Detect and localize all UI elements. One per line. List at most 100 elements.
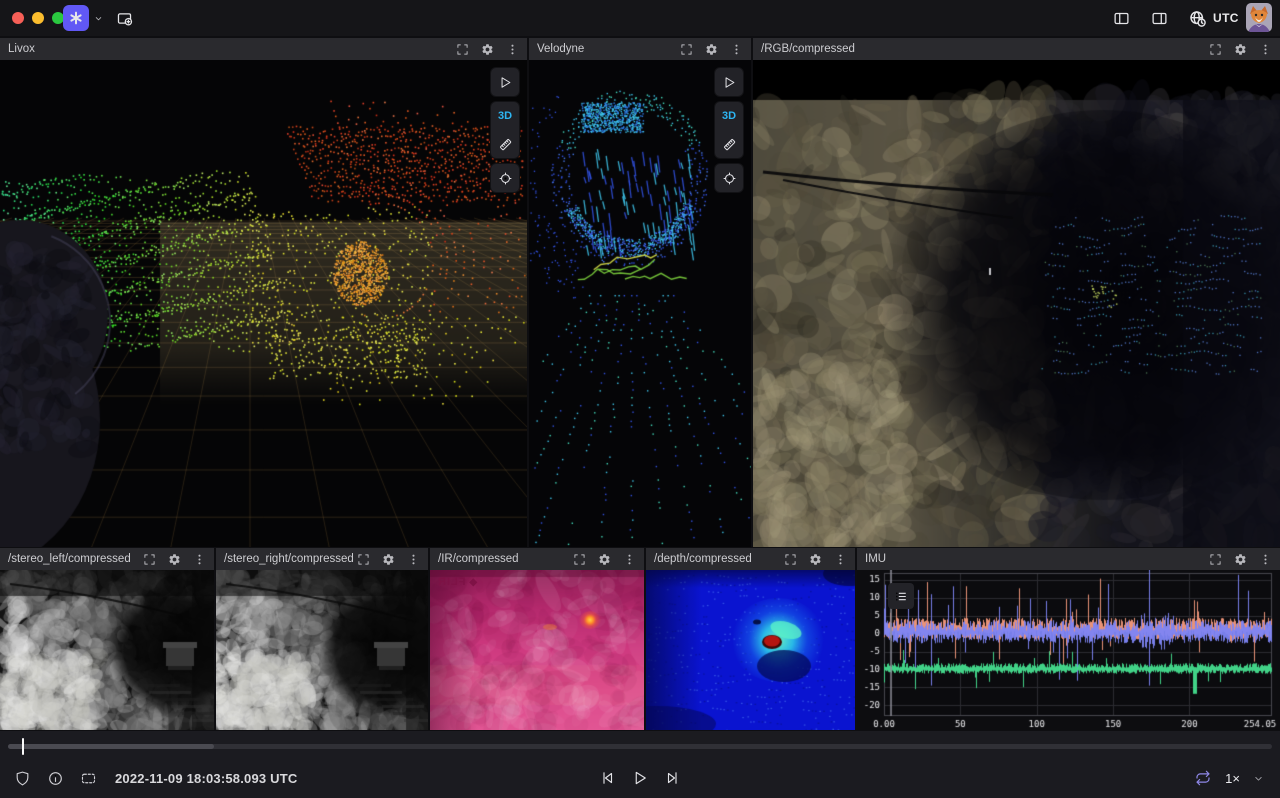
seek-backward-button[interactable] (595, 766, 619, 790)
panel-depth: /depth/compressed (646, 548, 855, 730)
loop-playback-button[interactable] (1191, 766, 1215, 790)
panel-ir: /IR/compressed ◆ FLIR (430, 548, 644, 730)
panel-title: /depth/compressed (654, 553, 783, 565)
imu-plot[interactable] (857, 570, 1280, 730)
stereo-right-image[interactable] (216, 570, 428, 730)
fullscreen-button[interactable] (1208, 552, 1222, 566)
more-options-button[interactable] (192, 552, 206, 566)
globe-clock-icon (1188, 9, 1207, 28)
panel-title: /RGB/compressed (761, 43, 1208, 55)
more-options-button[interactable] (729, 42, 743, 56)
fullscreen-button[interactable] (679, 42, 693, 56)
play-button[interactable] (628, 766, 652, 790)
shield-button[interactable] (10, 766, 34, 790)
more-options-button[interactable] (1258, 42, 1272, 56)
fox-avatar-image (1246, 3, 1272, 32)
settings-button[interactable] (480, 42, 494, 56)
ir-camera-image[interactable] (430, 570, 644, 730)
left-sidebar-toggle-button[interactable] (1109, 6, 1133, 30)
minimize-window-button[interactable] (32, 12, 44, 24)
pointer-tool-button[interactable] (715, 68, 743, 96)
settings-button[interactable] (704, 42, 718, 56)
settings-button[interactable] (381, 552, 395, 566)
livox-3d-viewport[interactable] (0, 60, 527, 547)
user-avatar-button[interactable] (1246, 3, 1272, 32)
close-window-button[interactable] (12, 12, 24, 24)
timeline-playhead[interactable] (22, 738, 24, 755)
speed-dropdown-button[interactable] (1250, 766, 1266, 790)
more-options-button[interactable] (406, 552, 420, 566)
data-source-info-button[interactable] (43, 766, 67, 790)
measure-tool-button[interactable] (715, 130, 743, 158)
skip-back-icon (598, 769, 616, 787)
viewport-tool-rail: 3D (491, 68, 519, 192)
seek-forward-button[interactable] (661, 766, 685, 790)
focus-camera-button[interactable] (491, 164, 519, 192)
flir-watermark: ◆ FLIR (437, 576, 477, 588)
plot-legend-toggle-button[interactable] (888, 583, 914, 609)
timeline-loaded-range (8, 744, 214, 749)
panel-header[interactable]: Livox (0, 38, 527, 60)
settings-button[interactable] (597, 552, 611, 566)
fullscreen-button[interactable] (783, 552, 797, 566)
pointer-tool-button[interactable] (491, 68, 519, 96)
panel-header[interactable]: Velodyne (529, 38, 751, 60)
app-menu-button[interactable] (63, 5, 104, 31)
fullscreen-button[interactable] (356, 552, 370, 566)
timezone-display-button[interactable]: UTC (1188, 6, 1239, 30)
fullscreen-button[interactable] (1208, 42, 1222, 56)
focus-camera-button[interactable] (715, 164, 743, 192)
panel-header[interactable]: /RGB/compressed (753, 38, 1280, 60)
3d-view-toggle-button[interactable]: 3D (715, 102, 743, 130)
playback-controls-group (595, 766, 685, 790)
panel-header[interactable]: /stereo_right/compressed (216, 548, 428, 570)
timezone-label: UTC (1213, 11, 1239, 25)
chevron-down-icon (1252, 772, 1265, 785)
playback-speed-value: 1× (1225, 771, 1240, 786)
fullscreen-button[interactable] (572, 552, 586, 566)
panel-header[interactable]: IMU (857, 548, 1280, 570)
more-options-button[interactable] (1258, 552, 1272, 566)
measure-tool-button[interactable] (491, 130, 519, 158)
shield-icon (14, 770, 31, 787)
panel-velodyne: Velodyne 3D (529, 38, 751, 547)
settings-button[interactable] (1233, 552, 1247, 566)
more-options-button[interactable] (505, 42, 519, 56)
panel-header[interactable]: /stereo_left/compressed (0, 548, 214, 570)
panel-livox: Livox 3D (0, 38, 527, 547)
rgb-camera-image[interactable] (753, 60, 1280, 547)
viewport-tool-rail: 3D (715, 68, 743, 192)
add-panel-button[interactable] (112, 6, 136, 30)
info-icon (47, 770, 64, 787)
panel-title: /IR/compressed (438, 553, 572, 565)
fullscreen-button[interactable] (142, 552, 156, 566)
more-options-button[interactable] (833, 552, 847, 566)
3d-view-toggle-button[interactable]: 3D (491, 102, 519, 130)
playback-info-group: 2022-11-09 18:03:58.093 UTC (10, 766, 297, 790)
panel-header[interactable]: /depth/compressed (646, 548, 855, 570)
app-window: UTC Livox (0, 0, 1280, 798)
settings-button[interactable] (808, 552, 822, 566)
chevron-down-icon (93, 13, 104, 24)
window-titlebar: UTC (0, 0, 1280, 36)
right-sidebar-toggle-button[interactable] (1147, 6, 1171, 30)
time-range-button[interactable] (76, 766, 100, 790)
fullscreen-button[interactable] (455, 42, 469, 56)
panel-header[interactable]: /IR/compressed (430, 548, 644, 570)
depth-camera-image[interactable] (646, 570, 855, 730)
panel-title: Livox (8, 43, 455, 55)
left-sidebar-icon (1113, 10, 1130, 27)
right-sidebar-icon (1151, 10, 1168, 27)
more-options-button[interactable] (622, 552, 636, 566)
playback-speed-group: 1× (1191, 766, 1266, 790)
skip-forward-icon (664, 769, 682, 787)
panel-imu: IMU (857, 548, 1280, 730)
stereo-left-image[interactable] (0, 570, 214, 730)
panel-title: /stereo_left/compressed (8, 553, 142, 565)
settings-button[interactable] (1233, 42, 1247, 56)
timeline-scrubber[interactable] (8, 744, 1272, 749)
panel-title: /stereo_right/compressed (224, 553, 356, 565)
settings-button[interactable] (167, 552, 181, 566)
flir-logo-icon: ◆ (468, 577, 477, 588)
panel-rgb: /RGB/compressed (753, 38, 1280, 547)
